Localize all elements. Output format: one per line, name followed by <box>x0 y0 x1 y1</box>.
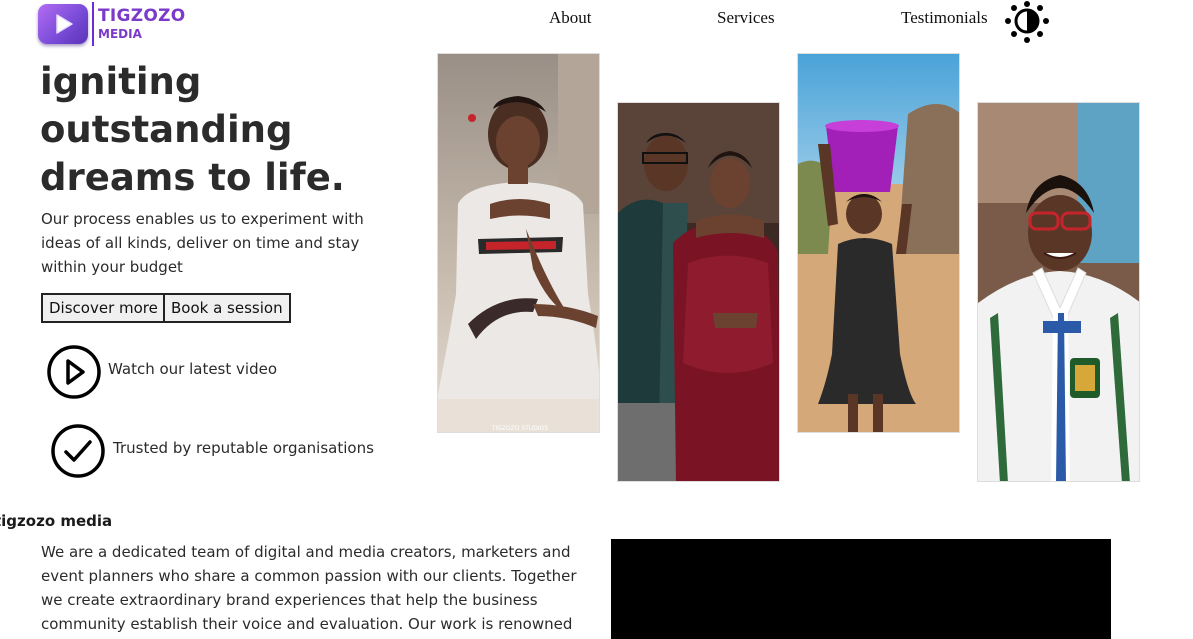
logo-divider <box>92 2 94 46</box>
logo-text: TIGZOZO MEDIA <box>98 6 186 41</box>
hero-heading: igniting outstanding dreams to life. <box>40 58 380 202</box>
trusted-label: Trusted by reputable organisations <box>113 439 374 457</box>
nav-services[interactable]: Services <box>717 8 775 28</box>
hero-heading-line-3: dreams to life. <box>40 156 345 199</box>
brand-logo[interactable]: TIGZOZO MEDIA <box>38 2 186 46</box>
nav-testimonials[interactable]: Testimonials <box>901 8 988 28</box>
discover-more-button[interactable]: Discover more <box>41 293 166 323</box>
about-body: We are a dedicated team of digital and m… <box>41 543 577 633</box>
nav-about[interactable]: About <box>549 8 592 28</box>
book-session-button[interactable]: Book a session <box>163 293 291 323</box>
check-circle-icon <box>50 423 106 483</box>
play-logo-icon <box>38 4 88 44</box>
play-circle-icon <box>46 345 102 405</box>
page: TIGZOZO MEDIA About Services Testimonial… <box>0 0 1193 639</box>
brand-sub: MEDIA <box>98 27 142 41</box>
contrast-sun-icon[interactable] <box>1003 0 1051 44</box>
bride-photo: TIGZOZO STUDIOS <box>437 53 600 433</box>
photo-watermark: TIGZOZO STUDIOS <box>491 425 549 432</box>
student-photo <box>977 102 1140 482</box>
hero-heading-line-1: igniting <box>40 60 202 103</box>
brand-name: TIGZOZO <box>98 6 186 26</box>
hero-description: Our process enables us to experiment wit… <box>41 210 364 276</box>
watch-video-link[interactable]: Watch our latest video <box>46 345 277 405</box>
watch-video-label: Watch our latest video <box>108 360 277 378</box>
couple-photo <box>617 102 780 482</box>
video-player[interactable] <box>611 539 1111 639</box>
trusted-feature: Trusted by reputable organisations <box>50 423 374 483</box>
girl-with-bucket-photo <box>797 53 960 433</box>
hero-heading-line-2: outstanding <box>40 108 293 151</box>
about-title: tigzozo media <box>0 512 113 530</box>
